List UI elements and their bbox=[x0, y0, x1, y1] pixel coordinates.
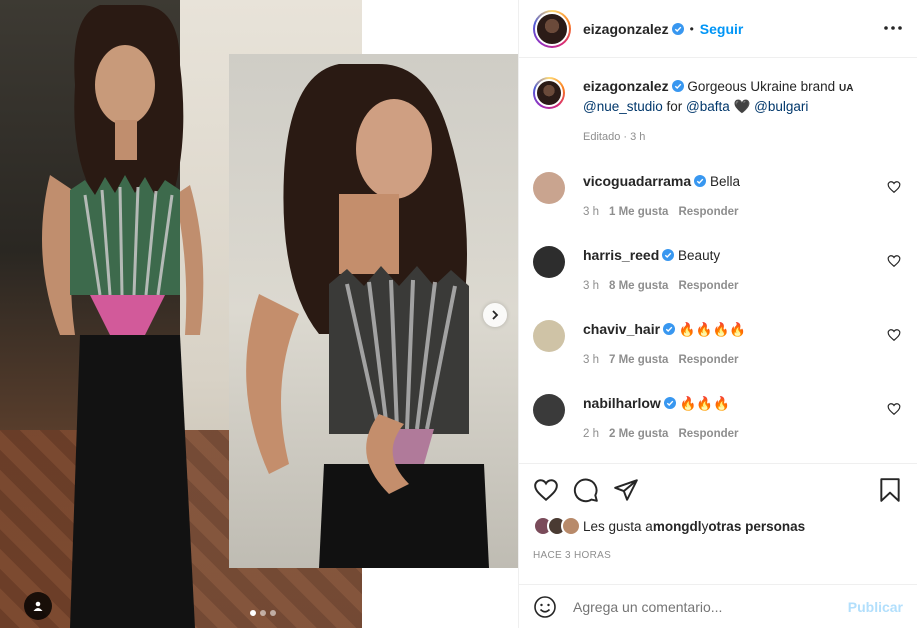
caption-username[interactable]: eizagonzalez bbox=[583, 78, 669, 94]
comment-meta: 2 h 2 Me gusta Responder bbox=[583, 425, 903, 443]
comment-text: Bella bbox=[709, 174, 740, 189]
comment-input[interactable] bbox=[573, 598, 848, 615]
post-modal: eizagonzalez • Seguir eizagonzalez Gorge… bbox=[0, 0, 917, 628]
comment-text: 🔥🔥🔥 bbox=[679, 396, 730, 411]
likes-summary: Les gusta a mongdl y otras personas bbox=[533, 516, 903, 536]
photo-subject-figure bbox=[42, 5, 204, 628]
commenter-username[interactable]: harris_reed bbox=[583, 247, 659, 263]
comment-row: chaviv_hair 🔥🔥🔥🔥 3 h 7 Me gusta Responder bbox=[533, 306, 903, 380]
comment-body: nabilharlow 🔥🔥🔥 2 h 2 Me gusta Responder bbox=[583, 394, 903, 454]
verified-badge-icon bbox=[671, 80, 684, 92]
reply-button[interactable]: Responder bbox=[678, 280, 738, 292]
follow-button[interactable]: Seguir bbox=[700, 21, 744, 37]
caption-avatar[interactable] bbox=[533, 77, 565, 109]
post-actions: Les gusta a mongdl y otras personas HACE… bbox=[519, 463, 917, 585]
user-tag-icon bbox=[33, 601, 43, 611]
verified-badge-icon bbox=[694, 175, 707, 187]
commenter-username[interactable]: vicoguadarrama bbox=[583, 173, 691, 189]
post-timestamp: HACE 3 HORAS bbox=[533, 550, 612, 561]
comment-like-heart-icon[interactable] bbox=[887, 328, 901, 342]
comment-body: vicoguadarrama Bella 3 h 1 Me gusta Respond… bbox=[583, 172, 903, 232]
caption-text: Gorgeous Ukraine brand bbox=[687, 79, 836, 94]
comment-meta: 3 h 1 Me gusta Responder bbox=[583, 203, 903, 221]
likes-mid: y bbox=[701, 518, 709, 534]
commenter-avatar[interactable] bbox=[533, 320, 565, 352]
verified-badge-icon bbox=[662, 249, 675, 261]
mention-link[interactable]: @bafta bbox=[686, 99, 730, 114]
verified-badge-icon bbox=[663, 323, 676, 335]
comment-time: 2 h bbox=[583, 428, 599, 440]
comment-likes[interactable]: 1 Me gusta bbox=[609, 206, 668, 218]
avatar bbox=[561, 516, 581, 536]
comment-row: harris_reed Beauty 3 h 8 Me gusta Responder bbox=[533, 232, 903, 306]
photo-subject-figure-2 bbox=[246, 64, 489, 568]
comment-row: vicoguadarrama Bella 3 h 1 Me gusta Respond… bbox=[533, 158, 903, 232]
carousel-dot bbox=[270, 610, 276, 616]
caption-for: for bbox=[662, 99, 687, 114]
more-options-button[interactable] bbox=[883, 18, 903, 38]
post-caption: eizagonzalez Gorgeous Ukraine brand UA @… bbox=[533, 59, 903, 146]
photo-secondary bbox=[229, 54, 518, 568]
caption-body: eizagonzalez Gorgeous Ukraine brand UA @… bbox=[583, 77, 903, 146]
comment-text: 🔥🔥🔥🔥 bbox=[678, 322, 747, 337]
commenter-username[interactable]: nabilharlow bbox=[583, 395, 661, 411]
post-sidebar: eizagonzalez • Seguir eizagonzalez Gorge… bbox=[518, 0, 917, 628]
comment-icon[interactable] bbox=[573, 477, 599, 503]
comment-row: nabilharlow 🔥🔥🔥 2 h 2 Me gusta Responder bbox=[533, 380, 903, 454]
publish-button[interactable]: Publicar bbox=[848, 599, 903, 615]
carousel-next-button[interactable] bbox=[483, 303, 507, 327]
verified-badge-icon bbox=[663, 397, 676, 409]
author-avatar[interactable] bbox=[533, 9, 571, 48]
comment-time: 3 h bbox=[583, 206, 599, 218]
likes-others[interactable]: otras personas bbox=[708, 519, 805, 534]
commenter-username[interactable]: chaviv_hair bbox=[583, 321, 660, 337]
author-username[interactable]: eizagonzalez bbox=[583, 21, 669, 37]
more-horizontal-icon bbox=[884, 26, 902, 30]
comment-like-heart-icon[interactable] bbox=[887, 402, 901, 416]
commenter-avatar[interactable] bbox=[533, 172, 565, 204]
likes-prefix: Les gusta a bbox=[583, 518, 653, 534]
comment-likes[interactable]: 2 Me gusta bbox=[609, 428, 668, 440]
heart-emoji: 🖤 bbox=[733, 99, 751, 114]
comment-like-heart-icon[interactable] bbox=[887, 254, 901, 268]
verified-badge-icon bbox=[671, 22, 684, 35]
header-separator: • bbox=[689, 21, 694, 36]
add-comment-bar: Publicar bbox=[519, 584, 917, 628]
comments-section: eizagonzalez Gorgeous Ukraine brand UA @… bbox=[519, 59, 917, 463]
smiley-icon[interactable] bbox=[533, 595, 557, 619]
liker-avatars[interactable] bbox=[533, 516, 581, 536]
comment-like-heart-icon[interactable] bbox=[887, 180, 901, 194]
paper-plane-icon[interactable] bbox=[613, 477, 639, 503]
comment-body: chaviv_hair 🔥🔥🔥🔥 3 h 7 Me gusta Responder bbox=[583, 320, 903, 380]
chevron-right-icon bbox=[492, 310, 499, 320]
comment-meta: 3 h 7 Me gusta Responder bbox=[583, 351, 903, 369]
comment-time: 3 h bbox=[583, 280, 599, 292]
comment-likes[interactable]: 7 Me gusta bbox=[609, 354, 668, 366]
action-icons bbox=[533, 464, 903, 516]
reply-button[interactable]: Responder bbox=[678, 354, 738, 366]
mention-link[interactable]: @bulgari bbox=[754, 99, 808, 114]
bookmark-icon[interactable] bbox=[877, 477, 903, 503]
caption-meta: Editado · 3 h bbox=[583, 131, 646, 143]
comment-text: Beauty bbox=[678, 248, 721, 263]
carousel-dot-active bbox=[250, 610, 256, 616]
heart-icon[interactable] bbox=[533, 477, 559, 503]
mention-link[interactable]: @nue_studio bbox=[583, 99, 663, 114]
reply-button[interactable]: Responder bbox=[678, 206, 738, 218]
commenter-avatar[interactable] bbox=[533, 394, 565, 426]
likes-user[interactable]: mongdl bbox=[653, 519, 702, 534]
carousel-dot bbox=[260, 610, 266, 616]
reply-button[interactable]: Responder bbox=[678, 428, 738, 440]
carousel-dots bbox=[250, 610, 276, 616]
comment-time: 3 h bbox=[583, 354, 599, 366]
user-tag-button[interactable] bbox=[24, 592, 52, 620]
comment-likes[interactable]: 8 Me gusta bbox=[609, 280, 668, 292]
post-media bbox=[0, 0, 518, 628]
post-header: eizagonzalez • Seguir bbox=[519, 0, 917, 58]
comment-body: harris_reed Beauty 3 h 8 Me gusta Responder bbox=[583, 246, 903, 306]
commenter-avatar[interactable] bbox=[533, 246, 565, 278]
comment-list: vicoguadarrama Bella 3 h 1 Me gusta Respond… bbox=[533, 158, 903, 454]
caption-flag: UA bbox=[838, 83, 854, 94]
comment-meta: 3 h 8 Me gusta Responder bbox=[583, 277, 903, 295]
